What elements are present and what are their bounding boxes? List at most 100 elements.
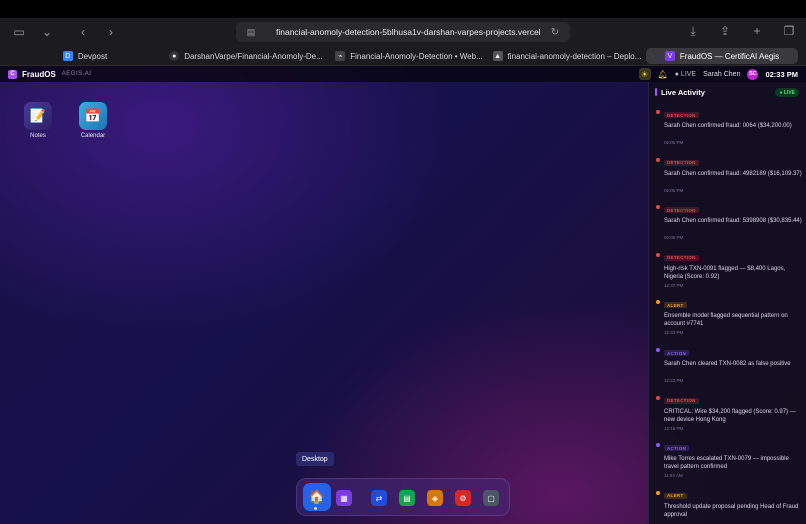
new-tab-icon[interactable]: +	[748, 22, 766, 40]
activity-type-badge: DETECTION	[664, 159, 699, 166]
activity-time: 11:52 AM	[664, 473, 683, 479]
activity-dot	[656, 348, 660, 352]
page-settings-icon[interactable]: ▤	[242, 23, 260, 41]
dock-active-indicator	[314, 507, 317, 510]
activity-item[interactable]: DETECTION Sarah Chen confirmed fraud: 498…	[649, 157, 806, 206]
settings-dock-icon[interactable]: ⚙	[455, 490, 471, 506]
activity-message: Sarah Chen confirmed fraud: 4982189 ($16…	[664, 170, 802, 177]
fraudos-logo-icon: C	[8, 69, 17, 79]
live-activity-panel: Live Activity ● LIVE DETECTION Sarah Chen…	[648, 82, 806, 524]
activity-time: 12:33 PM	[664, 330, 684, 336]
tab-bar: D Devpost ● DarshanVarpe/Financial-Anomo…	[0, 46, 806, 66]
fraudos-desktop: C FraudOS AEGIS.AI ☀ 🔔︎ ● LIVE Sarah Che…	[0, 66, 806, 524]
tab-deploy-web[interactable]: ⌁ Financial-Anomoly-Detection • Web...	[330, 48, 488, 64]
tab-vercel[interactable]: ▲ financial-anomoly-detection – Deplo...	[492, 48, 642, 64]
panel-accent	[655, 88, 657, 96]
activity-type-badge: ALERT	[664, 492, 687, 499]
activity-item[interactable]: DETECTION CRITICAL: Wire $34,200 flagged …	[649, 395, 806, 444]
share-icon[interactable]: ⇪	[716, 22, 734, 40]
activity-time: 12:16 PM	[664, 425, 684, 431]
tab-label: Devpost	[77, 51, 108, 61]
activity-time: 12:23 PM	[664, 378, 684, 383]
activity-type-badge: DETECTION	[664, 254, 699, 261]
url-text: financial-anomoly-detection-5blhusa1v-da…	[276, 27, 540, 37]
activity-type-badge: DETECTION	[664, 397, 699, 404]
activity-item[interactable]: ACTION Sarah Chen cleared TXN-0082 as fal…	[649, 348, 806, 396]
notes-dock-icon[interactable]: ▢	[483, 490, 499, 506]
tab-label: DarshanVarpe/Financial-Anomoly-De...	[184, 51, 323, 61]
reload-icon[interactable]: ↻	[546, 23, 564, 41]
tab-devpost[interactable]: D Devpost	[8, 48, 162, 64]
dock-tooltip: Desktop	[296, 452, 334, 466]
deploy-icon: ⌁	[335, 51, 346, 61]
alerts-dock-icon[interactable]: ◈	[427, 490, 443, 506]
tab-github[interactable]: ● DarshanVarpe/Financial-Anomoly-De...	[166, 48, 326, 64]
activity-dot	[656, 395, 660, 400]
activity-type-badge: ALERT	[664, 302, 687, 309]
calendar-icon: 📅	[79, 102, 107, 130]
address-bar[interactable]: ▤ financial-anomoly-detection-5blhusa1v-…	[236, 22, 570, 42]
avatar[interactable]: SC	[747, 68, 759, 80]
activity-dot	[656, 252, 660, 257]
dock: 🏠 ▦ ⇄ ▤ ◈ ⚙ ▢	[296, 478, 510, 516]
activity-item[interactable]: DETECTION Sarah Chen confirmed fraud: 006…	[649, 110, 806, 158]
activity-type-badge: ACTION	[664, 445, 690, 452]
devpost-icon: D	[62, 51, 73, 61]
activity-dot	[656, 205, 660, 210]
activity-dot	[656, 300, 660, 305]
tab-label: FraudOS — CertificAI Aegis	[679, 51, 780, 61]
fraudos-icon: V	[664, 51, 675, 61]
browser-toolbar: ▭ ⌄ ‹ › ▤ financial-anomoly-detection-5b…	[0, 18, 806, 46]
activity-message: Mike Torres escalated TXN-0079 — impossi…	[664, 456, 789, 471]
activity-message: Sarah Chen confirmed fraud: 0064 ($34,20…	[664, 123, 792, 129]
back-arrow-icon[interactable]: ‹	[74, 23, 92, 41]
activity-item[interactable]: DETECTION Sarah Chen confirmed fraud: 539…	[649, 205, 806, 253]
chevron-down-icon[interactable]: ⌄	[38, 23, 56, 41]
notes-icon: 📝	[24, 102, 52, 130]
activity-message: Ensemble model flagged sequential patter…	[664, 313, 788, 328]
tab-label: financial-anomoly-detection – Deplo...	[507, 51, 642, 61]
activity-type-badge: ACTION	[664, 350, 690, 356]
live-indicator: ● LIVE	[674, 70, 697, 78]
desktop-icon-label: Calendar	[80, 133, 106, 139]
activity-message: Sarah Chen cleared TXN-0082 as false pos…	[664, 361, 791, 367]
brand-subtitle: AEGIS.AI	[61, 71, 92, 77]
panel-title: Live Activity	[661, 87, 705, 97]
activity-time: 02:05 PM	[664, 140, 684, 145]
activity-time: 12:37 PM	[664, 282, 684, 288]
window-top-bar	[0, 0, 806, 18]
forward-arrow-icon[interactable]: ›	[102, 23, 120, 41]
activity-dot	[656, 110, 660, 114]
sidebar-toggle-icon[interactable]: ▭	[10, 23, 28, 41]
desktop-dock-icon[interactable]: 🏠	[303, 483, 331, 511]
activity-dot	[656, 443, 660, 448]
desktop-icon-calendar[interactable]: 📅 Calendar	[73, 102, 113, 139]
activity-time: 02:05 PM	[664, 187, 684, 193]
activity-dot	[656, 157, 660, 162]
transfer-dock-icon[interactable]: ⇄	[371, 490, 387, 506]
tab-label: Financial-Anomoly-Detection • Web...	[350, 51, 483, 61]
activity-type-badge: DETECTION	[664, 207, 699, 214]
tab-fraudos[interactable]: V FraudOS — CertificAI Aegis	[646, 48, 798, 64]
downloads-icon[interactable]: ⤓	[684, 22, 702, 40]
bell-icon[interactable]: 🔔︎	[658, 70, 668, 79]
sun-icon[interactable]: ☀	[638, 68, 651, 80]
activity-time: 02:05 PM	[664, 235, 684, 241]
vercel-icon: ▲	[492, 51, 503, 61]
activity-message: CRITICAL: Wire $34,200 flagged (Score: 0…	[664, 408, 796, 423]
activity-message: Sarah Chen confirmed fraud: 5398908 ($30…	[664, 218, 802, 225]
desktop-icon-notes[interactable]: 📝 Notes	[18, 102, 58, 139]
activity-item[interactable]: ALERT Threshold update proposal pending H…	[649, 490, 806, 524]
activity-message: Threshold update proposal pending Head o…	[664, 503, 799, 518]
apps-grid-dock-icon[interactable]: ▦	[336, 490, 352, 506]
panel-header: Live Activity ● LIVE	[649, 82, 806, 102]
activity-item[interactable]: ALERT Ensemble model flagged sequential p…	[649, 300, 806, 348]
activity-message: High-risk TXN-0091 flagged — $8,400 Lago…	[664, 265, 786, 280]
reports-dock-icon[interactable]: ▤	[399, 490, 415, 506]
activity-item[interactable]: ACTION Mike Torres escalated TXN-0079 — i…	[649, 443, 806, 491]
user-name: Sarah Chen	[703, 70, 741, 78]
tab-overview-icon[interactable]: ❐	[780, 22, 798, 40]
desktop-icon-label: Notes	[30, 133, 46, 139]
activity-item[interactable]: DETECTION High-risk TXN-0091 flagged — $8…	[649, 252, 806, 301]
activity-type-badge: DETECTION	[664, 112, 699, 118]
